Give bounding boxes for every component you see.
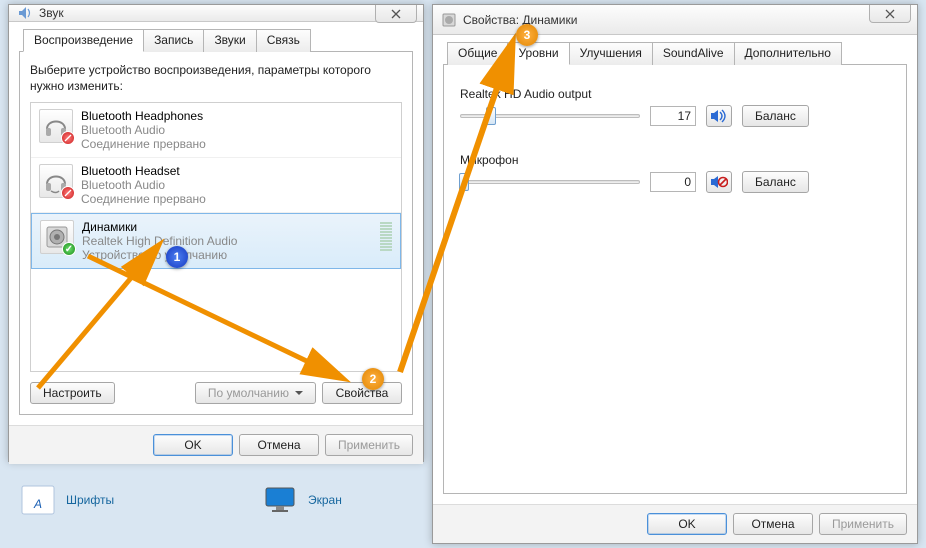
tab-soundalive[interactable]: SoundAlive [652, 42, 735, 65]
monitor-icon [260, 480, 300, 520]
window-title: Звук [39, 6, 417, 20]
device-item-bt-headphones[interactable]: Bluetooth Headphones Bluetooth Audio Сое… [31, 103, 401, 158]
error-badge-icon [61, 186, 75, 200]
close-icon [883, 9, 897, 19]
desktop-item-label: Экран [308, 493, 342, 507]
speaker-properties-window: Свойства: Динамики Общие Уровни Улучшени… [432, 4, 918, 544]
tab-recording[interactable]: Запись [143, 29, 204, 52]
tab-content: Realtek HD Audio output Баланс Микрофон [443, 65, 907, 494]
device-item-bt-headset[interactable]: Bluetooth Headset Bluetooth Audio Соедин… [31, 158, 401, 213]
level-label: Realtek HD Audio output [460, 87, 890, 101]
titlebar[interactable]: Свойства: Динамики [433, 5, 917, 35]
level-label: Микрофон [460, 153, 890, 167]
sound-window: Звук Воспроизведение Запись Звуки Связь … [8, 4, 424, 462]
ok-button[interactable]: OK [153, 434, 233, 456]
device-list[interactable]: Bluetooth Headphones Bluetooth Audio Сое… [30, 102, 402, 372]
apply-button[interactable]: Применить [325, 434, 413, 456]
speaker-icon [441, 12, 457, 28]
apply-button[interactable]: Применить [819, 513, 907, 535]
mic-volume-value[interactable] [650, 172, 696, 192]
close-button[interactable] [869, 5, 911, 23]
tab-playback[interactable]: Воспроизведение [23, 29, 144, 52]
annotation-marker-2: 2 [362, 368, 384, 390]
desktop-item-screen[interactable]: Экран [260, 480, 342, 520]
annotation-marker-3: 3 [516, 24, 538, 46]
svg-text:A: A [33, 497, 42, 511]
tab-communications[interactable]: Связь [256, 29, 311, 52]
mute-output-button[interactable] [706, 105, 732, 127]
device-status: Соединение прервано [81, 137, 206, 151]
device-sub: Bluetooth Audio [81, 123, 206, 137]
balance-output-button[interactable]: Баланс [742, 105, 809, 127]
annotation-marker-1: 1 [166, 246, 188, 268]
ok-badge-icon: ✓ [62, 242, 76, 256]
props-tabs: Общие Уровни Улучшения SoundAlive Дополн… [443, 41, 907, 65]
device-item-speakers[interactable]: ✓ Динамики Realtek High Definition Audio… [31, 213, 401, 269]
desktop-item-fonts[interactable]: A Шрифты [18, 480, 114, 520]
device-name: Динамики [82, 220, 237, 234]
device-name: Bluetooth Headphones [81, 109, 206, 123]
mic-volume-slider[interactable] [460, 172, 640, 192]
sound-tabs: Воспроизведение Запись Звуки Связь [19, 28, 413, 52]
tab-general[interactable]: Общие [447, 42, 508, 65]
tab-enhancements[interactable]: Улучшения [569, 42, 653, 65]
dialog-buttons: OK Отмена Применить [433, 504, 917, 543]
cancel-button[interactable]: Отмена [733, 513, 813, 535]
error-badge-icon [61, 131, 75, 145]
titlebar[interactable]: Звук [9, 5, 423, 22]
dialog-buttons: OK Отмена Применить [9, 425, 423, 464]
device-sub: Realtek High Definition Audio [82, 234, 237, 248]
device-sub: Bluetooth Audio [81, 178, 206, 192]
level-meter-icon [380, 222, 392, 251]
close-icon [389, 9, 403, 19]
volume-icon [710, 109, 728, 123]
balance-mic-button[interactable]: Баланс [742, 171, 809, 193]
cancel-button[interactable]: Отмена [239, 434, 319, 456]
device-name: Bluetooth Headset [81, 164, 206, 178]
set-default-button[interactable]: По умолчанию [195, 382, 316, 404]
headphones-icon [39, 109, 73, 143]
speaker-icon [17, 5, 33, 21]
level-group-mic: Микрофон Баланс [460, 153, 890, 193]
configure-button[interactable]: Настроить [30, 382, 115, 404]
tab-levels[interactable]: Уровни [507, 42, 569, 65]
ok-button[interactable]: OK [647, 513, 727, 535]
instruction-text: Выберите устройство воспроизведения, пар… [30, 62, 402, 94]
tab-sounds[interactable]: Звуки [203, 29, 256, 52]
properties-button[interactable]: Свойства [322, 382, 402, 404]
device-status: Устройство по умолчанию [82, 248, 237, 262]
tab-content: Выберите устройство воспроизведения, пар… [19, 52, 413, 415]
fonts-icon: A [18, 480, 58, 520]
close-button[interactable] [375, 5, 417, 23]
headset-icon [39, 164, 73, 198]
speaker-device-icon: ✓ [40, 220, 74, 254]
output-volume-value[interactable] [650, 106, 696, 126]
tab-advanced[interactable]: Дополнительно [734, 42, 842, 65]
desktop-item-label: Шрифты [66, 493, 114, 507]
volume-muted-icon [710, 175, 728, 189]
mute-mic-button[interactable] [706, 171, 732, 193]
level-group-output: Realtek HD Audio output Баланс [460, 87, 890, 127]
device-status: Соединение прервано [81, 192, 206, 206]
output-volume-slider[interactable] [460, 106, 640, 126]
